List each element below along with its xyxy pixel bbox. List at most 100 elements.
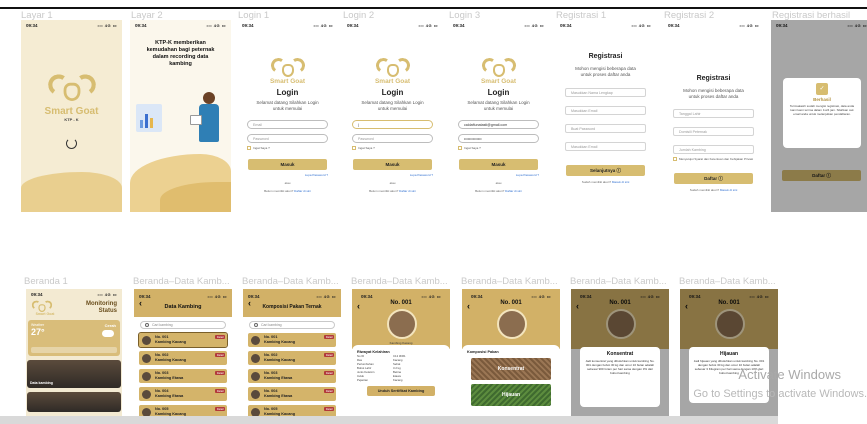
list-item[interactable]: No. 002 Kambing Kacang Detail: [139, 351, 227, 365]
detail-tag[interactable]: Detail: [324, 353, 334, 357]
email-confirm-field[interactable]: Masukkan Email: [565, 141, 646, 151]
list-item[interactable]: No. 002 Kambing Kacang Detail: [248, 351, 336, 365]
email-field[interactable]: Masukkan Email: [565, 105, 646, 115]
search-icon: [145, 323, 149, 327]
login-link[interactable]: Masuk di sini: [720, 188, 737, 192]
login-button[interactable]: Masuk: [353, 158, 432, 170]
farmer-body-icon: [199, 104, 219, 142]
email-field-filled[interactable]: caldaftunatasti@gmail.com: [458, 119, 539, 129]
list-item[interactable]: No. 003 Kambing Etawa Detail: [248, 369, 336, 383]
frame-registrasi-2[interactable]: 09:34 ••• 4G ▭ Registrasi Mohon mengisi b…: [663, 20, 764, 212]
forgot-password-link[interactable]: Lupa Password ?: [305, 173, 328, 177]
password-field[interactable]: Password: [352, 133, 433, 143]
detail-tag[interactable]: Detail: [215, 353, 225, 357]
login-button[interactable]: Masuk: [248, 158, 327, 170]
login-link[interactable]: Masuk di sini: [612, 180, 629, 184]
status-icons: ••• 4G ▭: [739, 22, 759, 28]
login-title: Login: [381, 88, 404, 97]
register-link[interactable]: Daftar di sini: [505, 189, 522, 193]
goat-number: No. 001: [500, 300, 522, 306]
goat-photo-card[interactable]: Data kambing: [27, 360, 121, 388]
frame-registrasi-berhasil[interactable]: 09:34 ••• 4G ▭ Daftar ⓘ ✓ Berhasil Terima…: [771, 20, 867, 212]
goat-logo-icon: [269, 56, 306, 78]
detail-tag[interactable]: Detail: [215, 335, 225, 339]
frame-registrasi-1[interactable]: 09:34 ••• 4G ▭ Registrasi Mohon mengisi b…: [555, 20, 656, 212]
remember-checkbox[interactable]: Ingat Saya ?: [458, 146, 481, 150]
page-title: Komposisi Pakan Ternak: [262, 304, 322, 310]
search-input[interactable]: Cari kambing: [140, 321, 226, 329]
status-time: 09:34: [26, 22, 38, 28]
hijauan-card[interactable]: Hijauan: [471, 384, 551, 406]
domisili-field[interactable]: Domisili Peternak: [673, 126, 754, 136]
next-button[interactable]: Selanjutnya ⓘ: [566, 164, 645, 176]
list-item[interactable]: No. 003 Kambing Etawa Detail: [139, 369, 227, 383]
status-bar: 09:34 ••• 4G ▭: [663, 20, 764, 30]
login-button[interactable]: Masuk: [459, 158, 538, 170]
password-field[interactable]: Buat Password: [565, 123, 646, 133]
list-item[interactable]: No. 004 Kambing Etawa Detail: [248, 387, 336, 401]
password-field-filled[interactable]: ••••••••••••••: [458, 133, 539, 143]
detail-tag[interactable]: Detail: [215, 371, 225, 375]
status-time: 09:34: [560, 22, 572, 28]
list-item[interactable]: No. 004 Kambing Etawa Detail: [139, 387, 227, 401]
goat-logo-icon: [46, 72, 97, 103]
jumlah-kambing-field[interactable]: Jumlah Kambing: [673, 144, 754, 154]
remember-checkbox[interactable]: Ingat Saya ?: [247, 146, 270, 150]
status-icons: ••• 4G ▭: [631, 22, 651, 28]
no-account-text: Belum memiliki akun?: [475, 188, 505, 193]
register-link[interactable]: Daftar di sini: [294, 189, 311, 193]
birthdate-field[interactable]: Tanggal Lahir: [673, 108, 754, 118]
remember-checkbox[interactable]: Ingat Saya ?: [352, 146, 375, 150]
frame-layar-2[interactable]: 09:34 ••• 4G ▭ KTP-K memberikan kemudahan…: [130, 20, 231, 212]
email-field-focused[interactable]: |: [352, 119, 433, 129]
list-item[interactable]: No. 001 Kambing Kacang Detail: [138, 332, 228, 348]
status-icons: ••• 4G ▭: [524, 22, 544, 28]
login-title: Login: [276, 88, 299, 97]
detail-tag[interactable]: Detail: [324, 389, 334, 393]
detail-tag[interactable]: Detail: [324, 407, 334, 411]
horizontal-scrollbar[interactable]: [0, 416, 778, 424]
daftar-button[interactable]: Daftar ⓘ: [674, 172, 753, 184]
search-input[interactable]: Cari kambing: [249, 321, 335, 329]
back-arrow-icon[interactable]: ‹: [248, 299, 251, 308]
frame-login-3[interactable]: 09:34 ••• 4G ▭ Smart Goat Login Selamat d…: [448, 20, 549, 212]
download-certificate-button[interactable]: Unduh Sertifikat Kambing: [367, 386, 435, 396]
back-arrow-icon[interactable]: ‹: [139, 299, 142, 308]
konsentrat-card[interactable]: Konsentrat: [471, 358, 551, 380]
remember-label: Ingat Saya ?: [464, 145, 481, 150]
frame-hijauan-popup[interactable]: 09:34 ••• 4G ▭ ‹ No. 001 Hijauan Jadi hij…: [680, 289, 778, 424]
forgot-password-link[interactable]: Lupa Password ?: [516, 173, 539, 177]
app-brand: Smart Goat: [374, 78, 411, 85]
frame-komposisi-pakan[interactable]: 09:34 ••• 4G ▭ ‹ Komposisi Pakan Ternak C…: [243, 289, 341, 424]
forgot-password-link[interactable]: Lupa Password ?: [410, 173, 433, 177]
frame-komposisi-detail[interactable]: 09:34 ••• 4G ▭ ‹ No. 001 Komposisi Pakan …: [462, 289, 560, 424]
tablet-icon: [190, 115, 202, 125]
terms-checkbox[interactable]: Menyetujui Syarat dan Ketentuan dan Kebi…: [673, 157, 753, 161]
frame-layar-1[interactable]: 09:34 ••• 4G ▭ Smart Goat KTP - K: [21, 20, 122, 212]
detail-tag[interactable]: Detail: [215, 407, 225, 411]
frame-beranda-1[interactable]: 09:34 ••• 4G ▭ Smart Goat Monitoring Stat…: [26, 289, 122, 424]
frame-detail-kambing[interactable]: 09:34 ••• 4G ▭ ‹ No. 001 Kambing Kacang R…: [352, 289, 450, 424]
success-title: Berhasil: [813, 97, 831, 102]
list-item[interactable]: No. 001 Kambing Kacang Detail: [248, 333, 336, 347]
detail-tag[interactable]: Detail: [324, 371, 334, 375]
or-text: atau: [389, 180, 396, 185]
register-link[interactable]: Daftar di sini: [399, 189, 416, 193]
password-field[interactable]: Password: [247, 133, 328, 143]
registrasi-title: Registrasi: [696, 75, 731, 82]
weather-card[interactable]: Weather 27° Cerah: [28, 320, 120, 356]
popup-description: Jadi konsentrat yang dibutuhkan untuk ka…: [585, 359, 655, 376]
frame-konsentrat-popup[interactable]: 09:34 ••• 4G ▭ ‹ No. 001 Konsentrat Jadi …: [571, 289, 669, 424]
konsentrat-modal: Konsentrat Jadi konsentrat yang dibutuhk…: [580, 347, 660, 407]
goat-photo-card-2[interactable]: [27, 392, 121, 412]
status-time: 09:34: [242, 22, 254, 28]
frame-data-kambing[interactable]: 09:34 ••• 4G ▭ ‹ Data Kambing Cari kambin…: [134, 289, 232, 424]
app-tagline: KTP - K: [64, 117, 79, 122]
frame-login-1[interactable]: 09:34 ••• 4G ▭ Smart Goat Login Selamat d…: [237, 20, 338, 212]
nama-field[interactable]: Masukkan Nama Lengkap: [565, 87, 646, 97]
email-field[interactable]: Email: [247, 119, 328, 129]
detail-tag[interactable]: Detail: [215, 389, 225, 393]
detail-tag[interactable]: Detail: [324, 335, 334, 339]
goat-avatar: [251, 389, 260, 399]
frame-login-2[interactable]: 09:34 ••• 4G ▭ Smart Goat Login Selamat d…: [342, 20, 443, 212]
